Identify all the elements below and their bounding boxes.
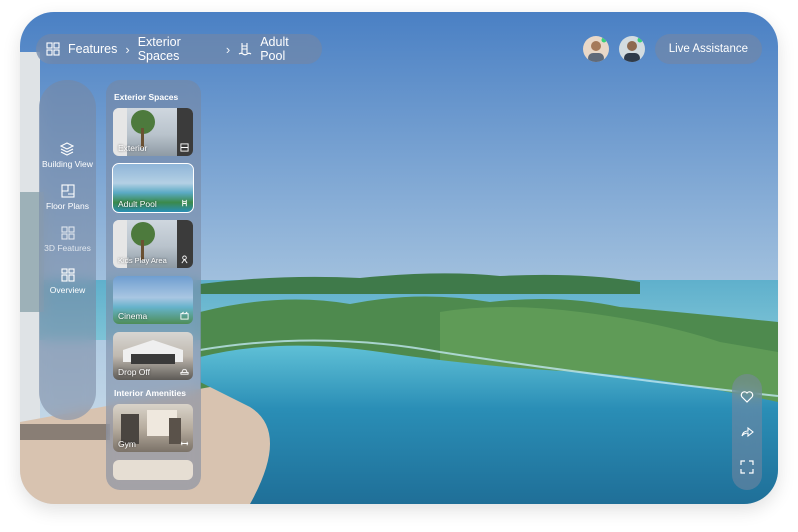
breadcrumb-adult-pool: Adult Pool [260,35,289,63]
thumb-adult-pool[interactable]: Adult Pool [112,163,194,213]
chevron-right-icon: › [125,41,130,57]
kids-icon [181,255,188,264]
thumb-next[interactable] [113,460,193,480]
dashboard-icon [60,268,75,282]
thumb-label: Cinema [118,311,148,321]
thumb-drop-off[interactable]: Drop Off [113,332,193,380]
avatar[interactable] [582,36,609,62]
breadcrumb-exterior-spaces[interactable]: Exterior Spaces [138,35,218,63]
sidebar-item-3d-features[interactable]: 3D Features [44,226,91,254]
action-bar [732,374,762,490]
chevron-right-icon: › [225,41,231,57]
grid-icon [60,226,75,240]
thumb-exterior[interactable]: Exterior [113,108,193,156]
breadcrumb-features[interactable]: Features [68,42,117,56]
layers-icon [60,142,75,156]
thumb-cinema[interactable]: Cinema [113,276,193,324]
avatar[interactable] [618,36,645,62]
sidebar-item-building-view[interactable]: Building View [42,142,93,170]
dumbbell-icon [180,441,189,446]
thumb-label: Drop Off [118,367,150,377]
thumb-label: Gym [118,439,136,449]
building-icon [180,143,189,152]
thumb-label: Adult Pool [118,199,157,209]
features-panel: Exterior Spaces Exterior Adult Pool Kids… [106,80,201,490]
thumb-kids-play-area[interactable]: Kids Play Area [113,220,193,268]
fullscreen-icon[interactable] [740,460,754,474]
sidebar-item-floor-plans[interactable]: Floor Plans [46,184,89,212]
thumb-label: Kids Play Area [118,256,167,265]
floor-plan-icon [60,184,75,198]
sidebar-item-overview[interactable]: Overview [50,268,85,296]
section-title-exterior: Exterior Spaces [114,92,179,102]
thumb-gym[interactable]: Gym [113,404,193,452]
pool-icon [182,199,187,207]
viewer-frame[interactable]: Features › Exterior Spaces › Adult Pool … [20,12,778,504]
heart-icon[interactable] [740,390,754,404]
sidebar-item-label: Building View [42,159,93,169]
grid-icon [46,42,60,56]
top-right-controls: Live Assistance [582,34,762,64]
section-title-interior: Interior Amenities [114,388,186,398]
sidebar-rail: Building View Floor Plans 3D Features Ov… [39,80,96,420]
car-icon [180,369,189,375]
thumb-label: Exterior [118,143,148,153]
sidebar-item-label: Floor Plans [46,201,89,211]
pool-icon [238,42,252,56]
sidebar-item-label: 3D Features [44,243,91,253]
cinema-icon [180,311,189,320]
breadcrumb: Features › Exterior Spaces › Adult Pool [36,34,322,64]
share-icon[interactable] [740,425,754,439]
live-assistance-button[interactable]: Live Assistance [654,34,762,64]
sidebar-item-label: Overview [49,285,86,295]
